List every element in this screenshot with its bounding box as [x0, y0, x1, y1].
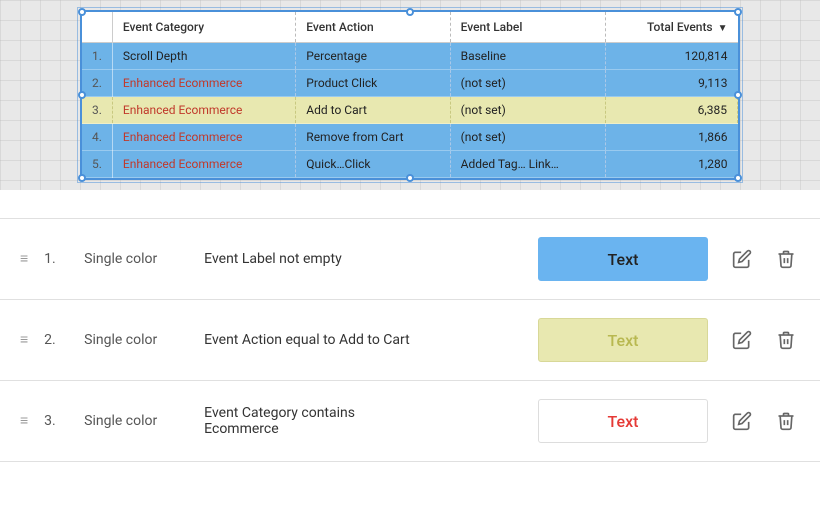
cell-category: Scroll Depth	[112, 43, 295, 70]
cell-num: 2.	[82, 70, 112, 97]
data-table: Event Category Event Action Event Label …	[82, 12, 738, 178]
cell-label: Baseline	[450, 43, 606, 70]
edit-button[interactable]	[728, 326, 756, 354]
cell-category: Enhanced Ecommerce	[112, 151, 295, 178]
edit-button[interactable]	[728, 245, 756, 273]
drag-handle-icon[interactable]: ≡	[20, 252, 28, 266]
rule-preview: Text	[538, 318, 708, 362]
edit-button[interactable]	[728, 407, 756, 435]
drag-handle-icon[interactable]: ≡	[20, 414, 28, 428]
rule-row: ≡ 1. Single color Event Label not empty …	[0, 219, 820, 300]
rule-actions	[728, 407, 800, 435]
drag-handle-icon[interactable]: ≡	[20, 333, 28, 347]
table-row: 2.Enhanced EcommerceProduct Click(not se…	[82, 70, 738, 97]
rule-preview: Text	[538, 399, 708, 443]
cell-action: Percentage	[296, 43, 450, 70]
table-row: 4.Enhanced EcommerceRemove from Cart(not…	[82, 124, 738, 151]
cell-total: 6,385	[606, 97, 738, 124]
cell-action: Remove from Cart	[296, 124, 450, 151]
cell-category: Enhanced Ecommerce	[112, 124, 295, 151]
rule-condition: Event Label not empty	[204, 251, 518, 267]
cell-total: 120,814	[606, 43, 738, 70]
delete-button[interactable]	[772, 326, 800, 354]
spreadsheet-preview: Event Category Event Action Event Label …	[0, 0, 820, 190]
rule-number: 2.	[44, 332, 64, 348]
table-container: Event Category Event Action Event Label …	[80, 10, 740, 180]
col-header-label: Event Label	[450, 12, 606, 43]
rule-actions	[728, 245, 800, 273]
rule-condition: Event Action equal to Add to Cart	[204, 332, 518, 348]
cell-num: 5.	[82, 151, 112, 178]
rule-condition: Event Category contains Ecommerce	[204, 405, 518, 437]
cell-action: Product Click	[296, 70, 450, 97]
rule-type: Single color	[84, 251, 184, 267]
rules-list: ≡ 1. Single color Event Label not empty …	[0, 219, 820, 462]
rule-number: 3.	[44, 413, 64, 429]
sort-arrow-icon: ▼	[718, 23, 728, 34]
cell-total: 1,280	[606, 151, 738, 178]
cell-num: 1.	[82, 43, 112, 70]
cell-num: 4.	[82, 124, 112, 151]
cell-total: 1,866	[606, 124, 738, 151]
col-header-num	[82, 12, 112, 43]
resize-handle-bl[interactable]	[78, 174, 86, 182]
rule-number: 1.	[44, 251, 64, 267]
cell-total: 9,113	[606, 70, 738, 97]
delete-button[interactable]	[772, 407, 800, 435]
rule-type: Single color	[84, 413, 184, 429]
cell-num: 3.	[82, 97, 112, 124]
resize-handle-tr[interactable]	[734, 8, 742, 16]
col-header-category: Event Category	[112, 12, 295, 43]
cell-label: (not set)	[450, 124, 606, 151]
resize-handle-mr[interactable]	[734, 91, 742, 99]
rules-header	[0, 190, 820, 219]
cell-label: (not set)	[450, 97, 606, 124]
cell-category: Enhanced Ecommerce	[112, 97, 295, 124]
cell-action: Add to Cart	[296, 97, 450, 124]
resize-handle-tl[interactable]	[78, 8, 86, 16]
rule-type: Single color	[84, 332, 184, 348]
rule-row: ≡ 3. Single color Event Category contain…	[0, 381, 820, 462]
rule-row: ≡ 2. Single color Event Action equal to …	[0, 300, 820, 381]
delete-button[interactable]	[772, 245, 800, 273]
resize-handle-bm[interactable]	[406, 174, 414, 182]
cell-category: Enhanced Ecommerce	[112, 70, 295, 97]
resize-handle-ml[interactable]	[78, 91, 86, 99]
rule-actions	[728, 326, 800, 354]
rule-preview: Text	[538, 237, 708, 281]
cell-label: (not set)	[450, 70, 606, 97]
resize-handle-tm[interactable]	[406, 8, 414, 16]
table-row: 1.Scroll DepthPercentageBaseline120,814	[82, 43, 738, 70]
rules-section: ≡ 1. Single color Event Label not empty …	[0, 190, 820, 524]
cell-label: Added Tag… Link…	[450, 151, 606, 178]
col-header-total[interactable]: Total Events ▼	[606, 12, 738, 43]
cell-action: Quick…Click	[296, 151, 450, 178]
resize-handle-br[interactable]	[734, 174, 742, 182]
table-row: 3.Enhanced EcommerceAdd to Cart(not set)…	[82, 97, 738, 124]
col-header-action: Event Action	[296, 12, 450, 43]
